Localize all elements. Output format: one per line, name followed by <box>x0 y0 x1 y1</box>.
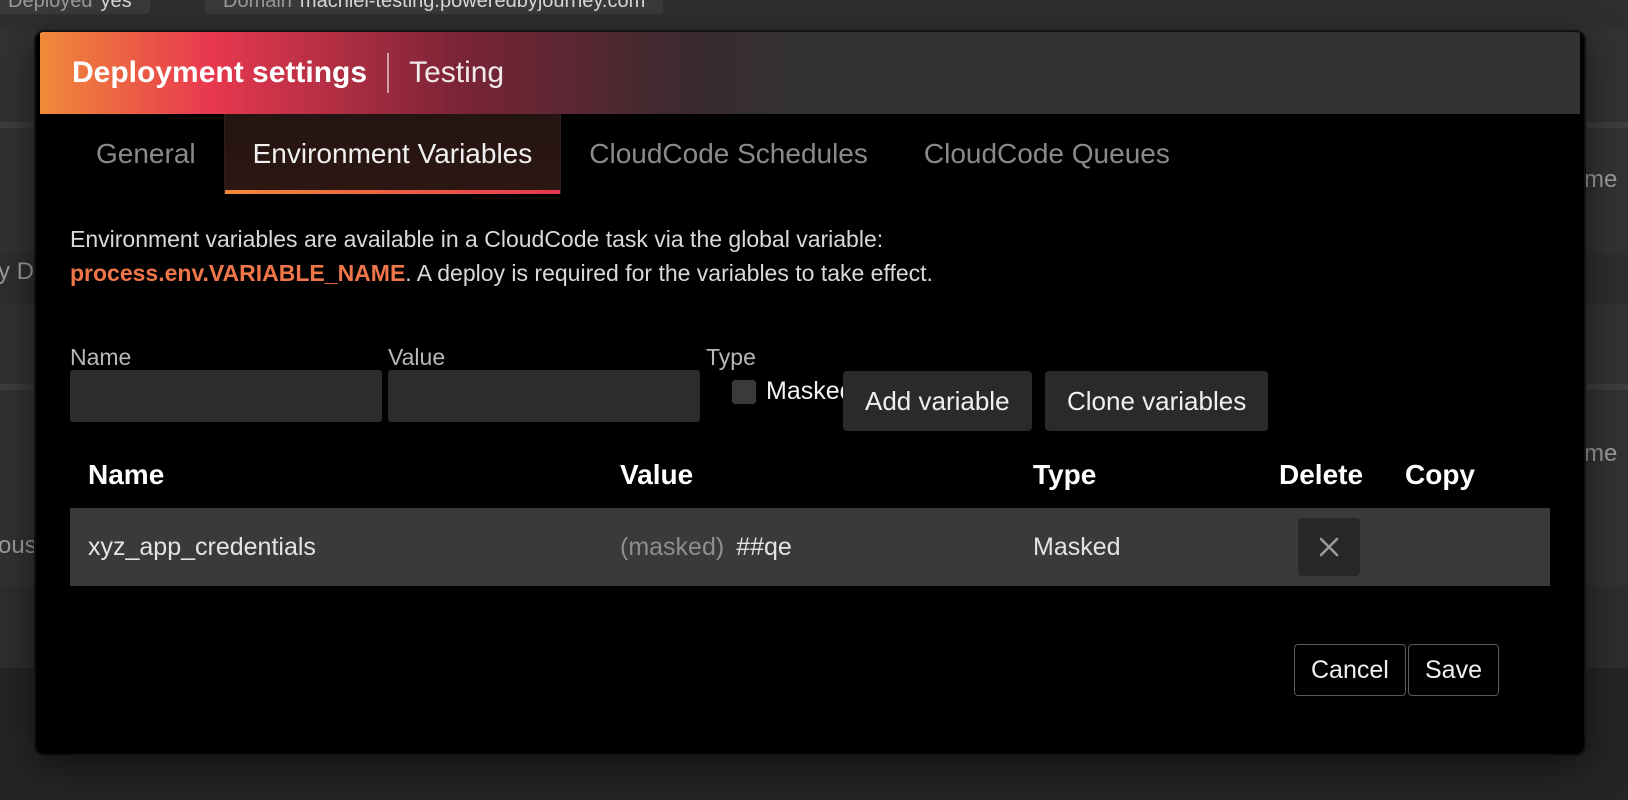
column-header-copy: Copy <box>1405 459 1475 490</box>
masked-checkbox[interactable] <box>732 379 756 404</box>
deployed-pill: Deployed yes <box>0 0 150 14</box>
modal-title: Deployment settings <box>72 56 368 89</box>
modal-header: Deployment settings Testing <box>40 32 1580 114</box>
cancel-button[interactable]: Cancel <box>1294 644 1406 696</box>
name-label: Name <box>70 344 132 370</box>
masked-toggle[interactable]: Masked <box>732 377 854 406</box>
column-header-name: Name <box>88 459 165 490</box>
domain-pill: Domain machiel-testing.poweredbyjourney.c… <box>205 0 664 14</box>
save-button[interactable]: Save <box>1408 644 1499 696</box>
header-separator <box>387 53 390 93</box>
table-row: xyz_app_credentials (masked) ##qe Masked <box>70 508 1550 586</box>
variable-value-text: ##qe <box>736 532 792 561</box>
variable-value: (masked) ##qe <box>620 508 792 586</box>
type-label: Type <box>706 344 756 370</box>
modal-subtitle: Testing <box>409 56 505 89</box>
env-variable-code: process.env.VARIABLE_NAME <box>70 260 406 286</box>
value-input[interactable] <box>388 370 700 422</box>
deployment-settings-modal: Deployment settings Testing General Envi… <box>36 32 1584 754</box>
tab-cloudcode-schedules[interactable]: CloudCode Schedules <box>561 114 896 194</box>
add-variable-button[interactable]: Add variable <box>843 371 1032 431</box>
column-header-value: Value <box>620 459 694 490</box>
variable-type: Masked <box>1033 532 1121 561</box>
background-topbar: Deployed yes Domain machiel-testing.powere… <box>0 0 1628 30</box>
tab-general[interactable]: General <box>68 114 224 194</box>
tab-bar: General Environment Variables CloudCode … <box>68 114 1198 226</box>
environment-description: Environment variables are available in a… <box>70 226 933 286</box>
clone-variables-button[interactable]: Clone variables <box>1045 371 1269 431</box>
delete-variable-button[interactable] <box>1298 518 1360 576</box>
masked-label: Masked <box>766 377 854 405</box>
variable-name: xyz_app_credentials <box>88 532 316 561</box>
tab-cloudcode-queues[interactable]: CloudCode Queues <box>896 114 1198 194</box>
close-icon <box>1319 537 1339 557</box>
column-header-delete: Delete <box>1279 459 1364 490</box>
column-header-type: Type <box>1033 459 1097 490</box>
name-input[interactable] <box>70 370 382 422</box>
masked-prefix: (masked) <box>620 532 725 561</box>
value-label: Value <box>388 344 446 370</box>
tab-environment-variables[interactable]: Environment Variables <box>223 114 562 194</box>
